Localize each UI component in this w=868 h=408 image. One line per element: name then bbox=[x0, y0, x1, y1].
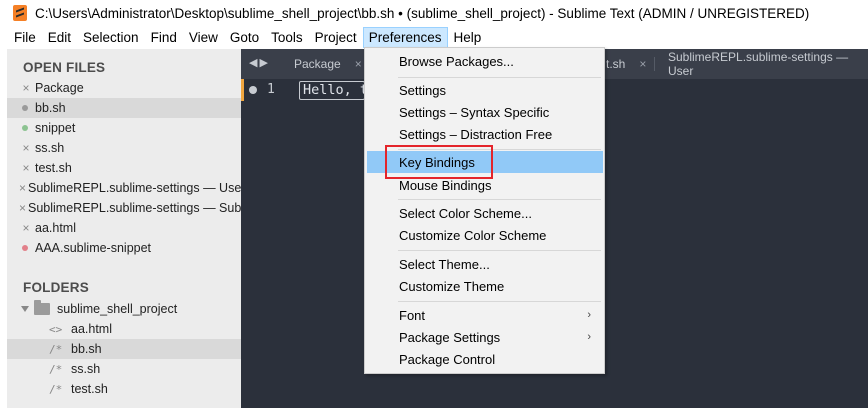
annotation-highlight-box bbox=[385, 145, 493, 179]
folder-file-label: test.sh bbox=[71, 382, 108, 396]
open-file-label: test.sh bbox=[35, 161, 72, 175]
tab-sublimerepl-settings[interactable]: SublimeREPL.sublime-settings — User bbox=[668, 49, 868, 79]
preferences-dropdown: Browse Packages... Settings Settings – S… bbox=[364, 47, 605, 374]
tab-divider bbox=[654, 57, 655, 71]
open-file-label: SublimeREPL.sublime-settings — Sublime bbox=[28, 201, 241, 215]
menu-bar: File Edit Selection Find View Goto Tools… bbox=[0, 26, 868, 49]
open-file-item[interactable]: × SublimeREPL.sublime-settings — Sublime bbox=[7, 198, 241, 218]
chevron-right-icon: › bbox=[587, 309, 591, 321]
close-icon[interactable]: × bbox=[19, 141, 33, 155]
html-file-icon: <> bbox=[49, 322, 63, 336]
menu-separator bbox=[398, 301, 601, 302]
close-icon[interactable]: × bbox=[19, 221, 33, 235]
tab-test-sh[interactable]: t.sh × bbox=[606, 49, 646, 79]
close-icon[interactable]: × bbox=[19, 181, 26, 195]
menu-separator bbox=[398, 199, 601, 200]
script-file-icon: /* bbox=[49, 362, 63, 376]
close-icon[interactable]: × bbox=[355, 57, 362, 71]
open-file-label: snippet bbox=[35, 121, 76, 135]
menu-item-package-settings[interactable]: Package Settings › bbox=[367, 326, 603, 348]
open-file-item[interactable]: × SublimeREPL.sublime-settings — User bbox=[7, 178, 241, 198]
menu-item-select-color-scheme[interactable]: Select Color Scheme... bbox=[367, 202, 603, 224]
modified-line-marker bbox=[241, 79, 244, 101]
folder-file-label: ss.sh bbox=[71, 362, 101, 376]
menu-item-select-theme[interactable]: Select Theme... bbox=[367, 253, 603, 275]
menu-item-label: Font bbox=[399, 307, 426, 323]
menu-item-browse-packages[interactable]: Browse Packages... bbox=[367, 50, 603, 72]
open-file-item[interactable]: AAA.sublime-snippet bbox=[7, 238, 241, 258]
menu-separator bbox=[398, 77, 601, 78]
folder-file-item[interactable]: /* bb.sh bbox=[7, 339, 241, 359]
open-file-label: SublimeREPL.sublime-settings — User bbox=[28, 181, 241, 195]
open-file-label: ss.sh bbox=[35, 141, 65, 155]
menu-item-customize-theme[interactable]: Customize Theme bbox=[367, 275, 603, 297]
unsaved-dot-icon bbox=[22, 105, 28, 111]
menu-item-font[interactable]: Font › bbox=[367, 304, 603, 326]
menu-item-label: Package Settings bbox=[399, 329, 501, 345]
menu-tools[interactable]: Tools bbox=[265, 27, 309, 48]
menu-help[interactable]: Help bbox=[448, 27, 488, 48]
folder-file-item[interactable]: /* test.sh bbox=[7, 379, 241, 399]
close-icon[interactable]: × bbox=[19, 161, 33, 175]
folder-file-item[interactable]: /* ss.sh bbox=[7, 359, 241, 379]
folders-heading: FOLDERS bbox=[23, 280, 89, 295]
open-file-item[interactable]: bb.sh bbox=[7, 98, 241, 118]
unsaved-dot-icon bbox=[22, 125, 28, 131]
menu-view[interactable]: View bbox=[183, 27, 224, 48]
menu-edit[interactable]: Edit bbox=[42, 27, 77, 48]
line-number: 1 bbox=[267, 82, 275, 97]
tab-label: Package bbox=[294, 57, 341, 71]
open-file-item[interactable]: × Package bbox=[7, 78, 241, 98]
script-file-icon: /* bbox=[49, 382, 63, 396]
open-file-label: bb.sh bbox=[35, 101, 66, 115]
tab-label: t.sh bbox=[606, 57, 626, 71]
open-file-label: aa.html bbox=[35, 221, 76, 235]
tab-scroll-arrows-icon[interactable]: ◀▶ bbox=[249, 56, 270, 69]
chevron-right-icon: › bbox=[587, 331, 591, 343]
close-icon[interactable]: × bbox=[19, 201, 26, 215]
open-file-item[interactable]: snippet bbox=[7, 118, 241, 138]
menu-item-settings-syntax-specific[interactable]: Settings – Syntax Specific bbox=[367, 101, 603, 123]
tab-label: SublimeREPL.sublime-settings — User bbox=[668, 50, 849, 78]
sublime-text-logo-icon bbox=[13, 5, 27, 21]
tab-package[interactable]: Package × bbox=[294, 49, 362, 79]
menu-item-settings-distraction-free[interactable]: Settings – Distraction Free bbox=[367, 123, 603, 145]
chevron-down-icon[interactable] bbox=[21, 306, 29, 312]
open-file-item[interactable]: × aa.html bbox=[7, 218, 241, 238]
open-file-label: AAA.sublime-snippet bbox=[35, 241, 152, 255]
unsaved-dot-icon bbox=[22, 245, 28, 251]
title-bar: C:\Users\Administrator\Desktop\sublime_s… bbox=[0, 0, 868, 26]
folder-file-item[interactable]: <> aa.html bbox=[7, 319, 241, 339]
unsaved-dot-icon bbox=[249, 86, 257, 94]
open-files-heading: OPEN FILES bbox=[23, 60, 106, 75]
folder-file-label: bb.sh bbox=[71, 342, 102, 356]
folder-icon bbox=[34, 300, 50, 315]
window-title: C:\Users\Administrator\Desktop\sublime_s… bbox=[35, 5, 810, 21]
menu-separator bbox=[398, 250, 601, 251]
menu-selection[interactable]: Selection bbox=[77, 27, 145, 48]
menu-preferences[interactable]: Preferences bbox=[362, 27, 448, 48]
code-line[interactable]: Hello, t bbox=[299, 81, 365, 100]
sidebar: OPEN FILES × Package bb.sh snippet × ss.… bbox=[7, 49, 241, 408]
menu-find[interactable]: Find bbox=[145, 27, 183, 48]
close-icon[interactable]: × bbox=[639, 57, 646, 71]
menu-item-customize-color-scheme[interactable]: Customize Color Scheme bbox=[367, 224, 603, 246]
script-file-icon: /* bbox=[49, 342, 63, 356]
menu-item-settings[interactable]: Settings bbox=[367, 79, 603, 101]
open-file-item[interactable]: × test.sh bbox=[7, 158, 241, 178]
folder-label: sublime_shell_project bbox=[57, 302, 178, 316]
close-icon[interactable]: × bbox=[19, 81, 33, 95]
open-file-label: Package bbox=[35, 81, 84, 95]
menu-goto[interactable]: Goto bbox=[224, 27, 265, 48]
menu-project[interactable]: Project bbox=[309, 27, 363, 48]
menu-item-package-control[interactable]: Package Control bbox=[367, 348, 603, 370]
folder-file-label: aa.html bbox=[71, 322, 112, 336]
folder-item[interactable]: sublime_shell_project bbox=[7, 299, 241, 319]
open-file-item[interactable]: × ss.sh bbox=[7, 138, 241, 158]
menu-file[interactable]: File bbox=[8, 27, 42, 48]
